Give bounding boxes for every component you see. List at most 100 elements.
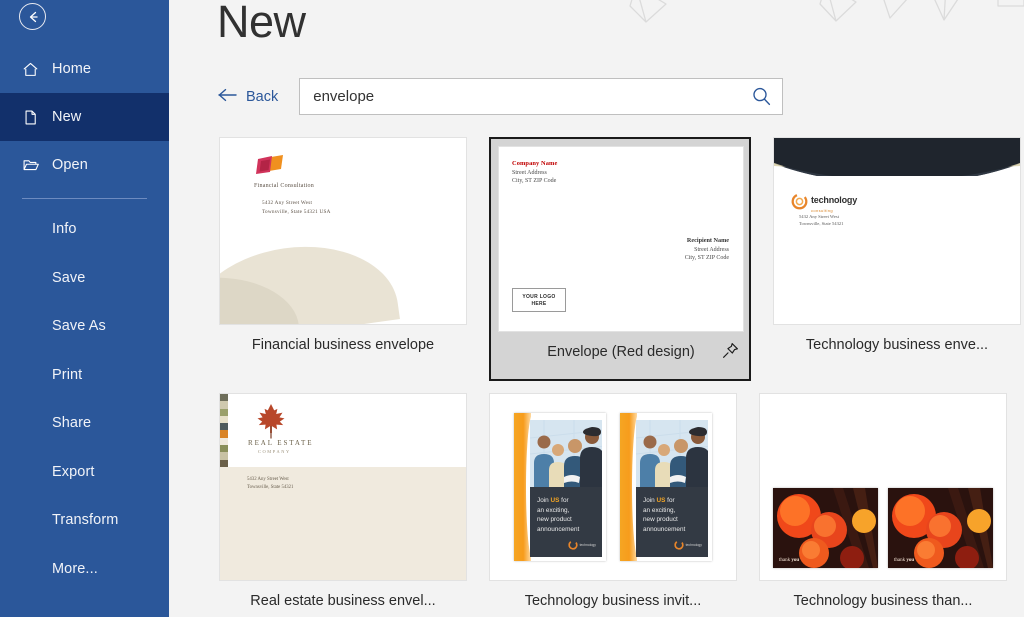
technology-address-line-2: Townsville, State 54321 [799, 221, 844, 227]
sidebar-item-label: Save [52, 269, 86, 286]
invitation-headline-pre: Join [537, 497, 551, 504]
search-row: Back [217, 78, 784, 115]
abstract-lights-image [773, 488, 878, 568]
invitation-headline-pre: Join [643, 497, 657, 504]
sidebar-item-open[interactable]: Open [0, 141, 169, 189]
real-estate-brand: REAL ESTATE [248, 439, 314, 447]
template-card-technology-business-thankyou[interactable]: thank you thank you Technology business … [759, 393, 1007, 617]
thankyou-page-front: thank you [773, 488, 878, 568]
invitation-body-line-2: new product [643, 516, 678, 524]
financial-company-name: Financial Consultation [254, 183, 314, 189]
circle-back-arrow-icon[interactable] [19, 3, 46, 30]
sidebar-item-label: Print [52, 366, 83, 383]
template-card-title: Technology business invit... [524, 593, 702, 609]
backstage-main-pane: New Back envelope Financial Consultation… [169, 0, 1024, 617]
template-grid: Financial Consultation 5432 Any Street W… [219, 137, 1021, 617]
invitation-body-line-2: new product [537, 516, 572, 524]
template-card-technology-business-invitation[interactable]: Join US for an exciting, new product ann… [489, 393, 737, 617]
real-estate-address-line-2: Townsville, State 54321 [247, 484, 294, 490]
template-search-box[interactable] [299, 78, 784, 115]
invitation-headline-post: for [665, 497, 675, 504]
thankyou-text-emphasis: you [791, 558, 800, 563]
sidebar-item-label: Transform [52, 512, 119, 529]
invitation-body-line-3: announcement [643, 525, 686, 533]
sidebar-item-transform[interactable]: Transform [0, 496, 169, 545]
sidebar-item-export[interactable]: Export [0, 448, 169, 497]
sidebar-item-label: Home [52, 61, 92, 77]
sidebar-item-print[interactable]: Print [0, 351, 169, 400]
real-estate-address-line-1: 5432 Any Street West [247, 477, 289, 482]
invitation-message-panel: Join US for an exciting, new product ann… [530, 487, 602, 557]
invitation-logo: technology [567, 540, 596, 550]
template-card-title: Technology business enve... [805, 337, 989, 353]
real-estate-address: 5432 Any Street West Townsville, State 5… [247, 476, 293, 491]
sidebar-item-home[interactable]: Home [0, 45, 169, 93]
thankyou-text-emphasis: you [906, 558, 915, 563]
new-document-icon [22, 109, 52, 126]
backstage-sidebar: Home New Open Info Save Save As Print Sh… [0, 0, 169, 617]
search-icon[interactable] [748, 86, 774, 107]
technology-envelope-preview: technology consulting 5432 Any Street We… [774, 138, 1020, 324]
invitation-page-front: Join US for an exciting, new product ann… [514, 413, 606, 561]
red-sender-city: City, ST ZIP Code [512, 178, 557, 184]
invitation-body-line-1: an exciting, [643, 506, 676, 514]
sidebar-item-label: Export [52, 463, 95, 480]
pin-icon[interactable] [721, 341, 740, 364]
invitation-logo-word: technology [685, 542, 702, 547]
arrow-left-icon [217, 88, 238, 106]
real-estate-brand-sub: COMPANY [258, 449, 291, 454]
template-grid-row: REAL ESTATE COMPANY 5432 Any Street West… [219, 393, 1008, 617]
invitation-body-line-3: announcement [537, 525, 580, 533]
thankyou-caption: thank you [894, 558, 914, 563]
sidebar-item-save[interactable]: Save [0, 254, 169, 303]
template-card-financial-business-envelope[interactable]: Financial Consultation 5432 Any Street W… [219, 137, 467, 381]
sidebar-item-save-as[interactable]: Save As [0, 302, 169, 351]
team-photo [636, 420, 708, 492]
invitation-message-panel: Join US for an exciting, new product ann… [636, 487, 708, 557]
abstract-lights-image [888, 488, 993, 568]
sidebar-secondary-nav: Info Save Save As Print Share Export Tra… [0, 205, 169, 593]
sidebar-item-label: New [52, 109, 82, 125]
thankyou-text-pre: thank [779, 558, 792, 563]
template-card-caption: Envelope (Red design) [498, 332, 744, 372]
template-card-real-estate-business-envelope[interactable]: REAL ESTATE COMPANY 5432 Any Street West… [219, 393, 467, 617]
red-recipient-name: Recipient Name [686, 237, 729, 244]
sidebar-primary-nav: Home New Open [0, 45, 169, 189]
orange-accent-bar [514, 413, 538, 561]
financial-logo-icon [254, 154, 290, 184]
back-button[interactable]: Back [217, 88, 278, 106]
invitation-logo: technology [673, 540, 702, 550]
template-grid-row: Financial Consultation 5432 Any Street W… [219, 137, 1021, 381]
search-input[interactable] [313, 88, 749, 105]
logo-placeholder-line-1: YOUR LOGO [522, 293, 556, 300]
template-card-envelope-red-design[interactable]: Company Name Street Address City, ST ZIP… [489, 137, 751, 381]
orange-accent-bar [620, 413, 644, 561]
template-card-technology-business-envelope[interactable]: technology consulting 5432 Any Street We… [773, 137, 1021, 381]
template-card-title: Real estate business envel... [250, 593, 436, 609]
sidebar-item-label: Save As [52, 318, 106, 335]
real-estate-envelope-preview: REAL ESTATE COMPANY 5432 Any Street West… [220, 394, 466, 580]
thankyou-page-back: thank you [888, 488, 993, 568]
red-company-name: Company Name [512, 160, 558, 167]
envelope-decoration-icon [629, 0, 1024, 23]
technology-logo-word: technology [811, 195, 858, 205]
office-backstage-window: Home New Open Info Save Save As Print Sh… [0, 0, 1024, 617]
sidebar-item-more[interactable]: More... [0, 545, 169, 594]
template-card-title: Financial business envelope [251, 337, 435, 353]
red-envelope-preview: Company Name Street Address City, ST ZIP… [499, 147, 743, 331]
financial-address-line-1: 5432 Any Street West [262, 200, 313, 206]
red-logo-placeholder: YOUR LOGO HERE [512, 288, 566, 312]
sidebar-item-share[interactable]: Share [0, 399, 169, 448]
sidebar-item-info[interactable]: Info [0, 205, 169, 254]
template-thumbnail: Financial Consultation 5432 Any Street W… [219, 137, 467, 325]
template-thumbnail: Company Name Street Address City, ST ZIP… [498, 146, 744, 332]
logo-placeholder-line-2: HERE [531, 300, 547, 307]
sidebar-item-label: Open [52, 157, 88, 173]
invitation-logo-word: technology [579, 542, 596, 547]
technology-logo-icon: technology consulting [791, 190, 857, 213]
financial-envelope-preview: Financial Consultation 5432 Any Street W… [220, 138, 466, 324]
technology-invitation-preview: Join US for an exciting, new product ann… [490, 394, 736, 580]
sidebar-item-new[interactable]: New [0, 93, 169, 141]
template-thumbnail: REAL ESTATE COMPANY 5432 Any Street West… [219, 393, 467, 581]
template-card-title: Envelope (Red design) [547, 344, 695, 360]
